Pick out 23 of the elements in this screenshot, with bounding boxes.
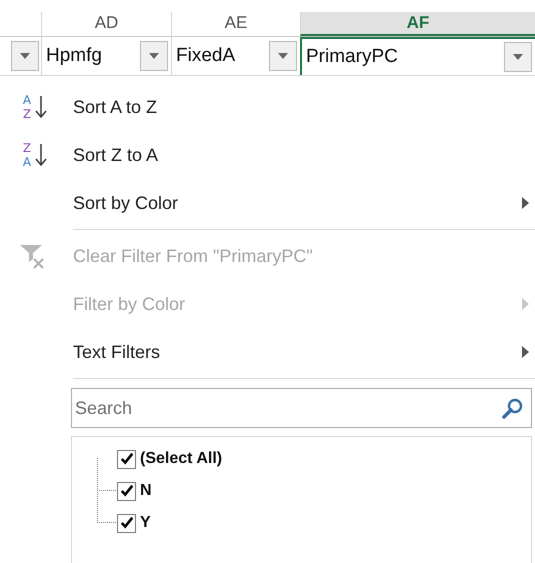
filter-dropdown-button[interactable] xyxy=(11,41,39,71)
column-header[interactable]: AD xyxy=(41,12,171,36)
cell-text: Hpmfg xyxy=(46,45,102,67)
caret-icon xyxy=(513,54,523,60)
list-item[interactable]: (Select All) xyxy=(117,443,222,475)
filter-dropdown-button[interactable] xyxy=(504,42,532,72)
search-field[interactable]: Search xyxy=(71,388,532,428)
checkbox[interactable] xyxy=(117,482,136,500)
cell-text: FixedA xyxy=(176,45,236,67)
menu-item[interactable]: Sort by Color xyxy=(0,179,535,227)
checkbox[interactable] xyxy=(117,450,136,468)
menu-item[interactable]: Z A Sort Z to A xyxy=(0,131,535,179)
menu-item[interactable]: A Z Sort A to Z xyxy=(0,83,535,131)
menu-item[interactable]: Text Filters xyxy=(0,328,535,376)
caret-icon xyxy=(278,53,288,59)
caret-icon xyxy=(20,53,30,59)
filter-dropdown-button[interactable] xyxy=(269,41,297,71)
column-header[interactable]: AF xyxy=(300,12,535,36)
filter-dropdown-button[interactable] xyxy=(140,41,168,71)
search-icon xyxy=(502,397,524,419)
checkbox[interactable] xyxy=(117,514,136,532)
caret-icon xyxy=(149,53,159,59)
cell-text: PrimaryPC xyxy=(306,46,398,68)
